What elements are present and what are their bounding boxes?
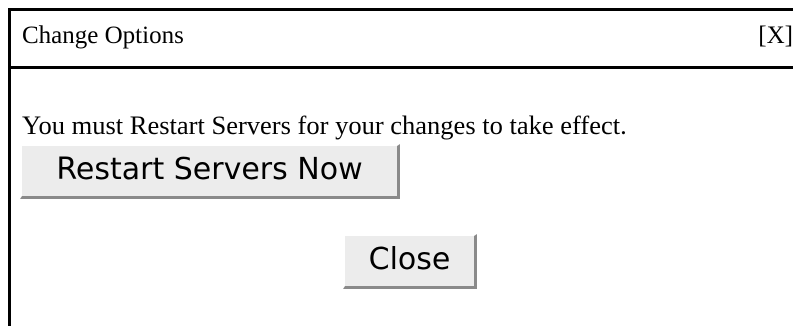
dialog-title: Change Options bbox=[22, 22, 184, 49]
close-button[interactable]: Close bbox=[343, 234, 477, 289]
restart-message: You must Restart Servers for your change… bbox=[22, 110, 627, 140]
change-options-dialog: Change Options [X] You must Restart Serv… bbox=[8, 8, 793, 326]
dialog-close-x-button[interactable]: [X] bbox=[758, 22, 793, 50]
dialog-titlebar: Change Options [X] bbox=[11, 11, 793, 69]
restart-servers-now-button[interactable]: Restart Servers Now bbox=[20, 144, 400, 199]
